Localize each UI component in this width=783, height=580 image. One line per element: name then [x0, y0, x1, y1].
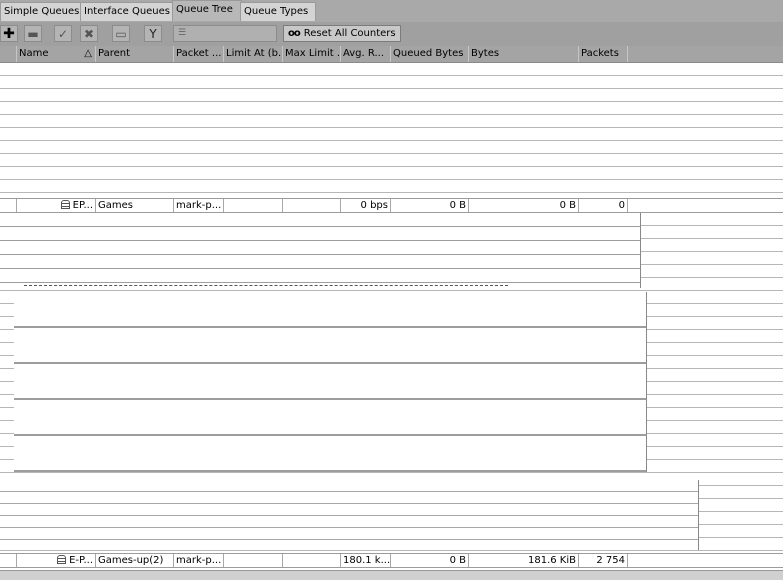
queue-icon [57, 555, 67, 564]
tab-queue-types[interactable]: Queue Types [240, 2, 316, 21]
reset-all-counters-label: Reset All Counters [303, 28, 396, 39]
limit-at-cell [224, 199, 283, 212]
table-row[interactable]: E-P... Games-up(2) mark-p... 180.1 k... … [0, 553, 783, 568]
tab-simple-queues[interactable]: Simple Queues [0, 2, 82, 21]
column-header-parent[interactable]: Parent [96, 46, 174, 62]
search-input[interactable]: ☰ [173, 25, 277, 42]
list-area-top [0, 63, 783, 197]
queued-bytes-cell: 0 B [391, 199, 469, 212]
packets-cell: 0 [579, 199, 628, 212]
avg-rate-cell: 0 bps [341, 199, 391, 212]
packets-cell: 2 754 [579, 554, 628, 567]
tab-interface-queues[interactable]: Interface Queues [80, 2, 174, 21]
reset-all-counters-button[interactable]: oo Reset All Counters [283, 25, 401, 42]
name-value: E-P... [69, 555, 93, 566]
tab-bar: Simple Queues Interface Queues Queue Tre… [0, 0, 783, 23]
popup-artifact-2 [14, 292, 647, 472]
name-cell: EP... [17, 199, 96, 212]
reset-counters-icon: oo [288, 28, 301, 39]
row-flag-cell [0, 554, 17, 567]
sort-icon: △ [84, 48, 92, 59]
column-header-queued-bytes[interactable]: Queued Bytes [391, 46, 469, 62]
cross-icon[interactable]: ✖ [80, 25, 98, 42]
column-header-limit-at[interactable]: Limit At (b... [224, 46, 283, 62]
column-header-avg-rate[interactable]: Avg. R... [341, 46, 391, 62]
max-limit-cell [283, 554, 341, 567]
parent-cell: Games [96, 199, 174, 212]
queued-bytes-cell: 0 B [391, 554, 469, 567]
queue-icon [60, 200, 70, 209]
column-header-packets[interactable]: Packets [579, 46, 628, 62]
column-header-icon [0, 46, 17, 62]
comment-icon[interactable]: ▭ [112, 25, 130, 42]
popup-artifact-3 [0, 480, 699, 550]
bytes-cell: 181.6 KiB [469, 554, 579, 567]
name-cell: E-P... [17, 554, 96, 567]
column-header-name-label: Name [19, 48, 49, 59]
tab-queue-tree[interactable]: Queue Tree [172, 0, 242, 21]
max-limit-cell [283, 199, 341, 212]
filter-icon[interactable]: Y [144, 25, 162, 42]
column-header-name[interactable]: Name △ [17, 46, 96, 62]
column-header-max-limit[interactable]: Max Limit ... [283, 46, 341, 62]
check-icon[interactable]: ✓ [54, 25, 72, 42]
packet-mark-cell: mark-p... [174, 554, 224, 567]
avg-rate-cell: 180.1 k... [343, 554, 391, 567]
minus-icon[interactable]: ▬ [24, 25, 42, 42]
bytes-cell: 0 B [469, 199, 579, 212]
row-flag-cell [0, 199, 17, 212]
packet-mark-cell: mark-p... [174, 199, 224, 212]
dashed-line [24, 285, 508, 286]
column-header-bytes[interactable]: Bytes [469, 46, 579, 62]
parent-cell: Games-up(2) [96, 554, 174, 567]
list-icon: ☰ [178, 28, 187, 38]
column-header-packet-mark[interactable]: Packet ... [174, 46, 224, 62]
limit-at-cell [224, 554, 283, 567]
table-row[interactable]: EP... Games mark-p... 0 bps 0 B 0 B 0 [0, 198, 783, 213]
popup-artifact-1 [0, 213, 641, 288]
table-header: Name △ Parent Packet ... Limit At (b... … [0, 46, 783, 63]
plus-icon[interactable]: ✚ [0, 25, 18, 42]
name-value: EP... [72, 200, 93, 211]
